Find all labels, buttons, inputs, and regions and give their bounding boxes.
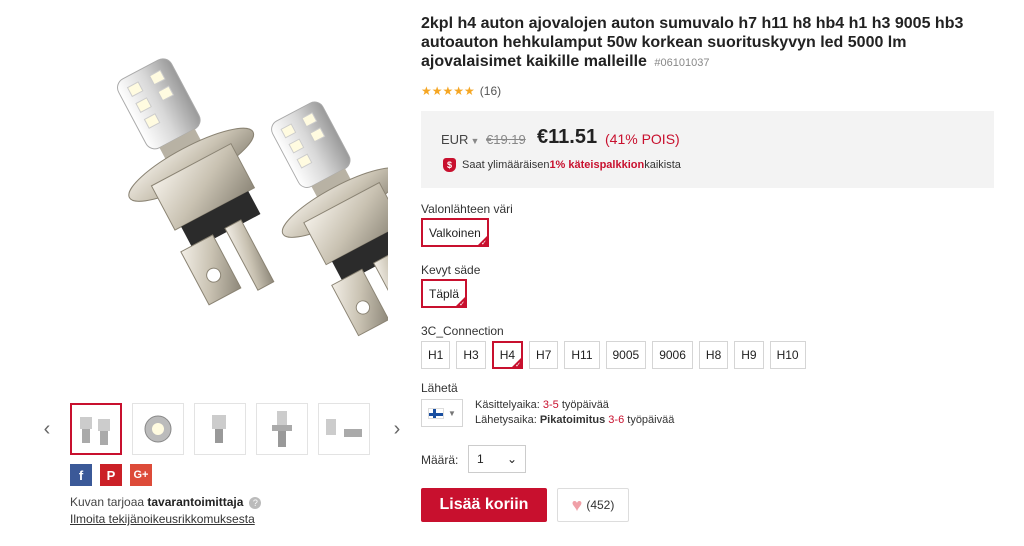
color-options: Valkoinen ✓ (421, 218, 489, 247)
delivery-range: 3-6 (608, 414, 625, 426)
connection-option-text: 9005 (612, 348, 640, 362)
main-product-image[interactable] (28, 40, 421, 360)
connection-option-h3[interactable]: H3 (456, 341, 486, 369)
provided-by: tavarantoimittaja (147, 495, 244, 509)
delivery-time: Lähetysaika: Pikatoimitus 3-6 työpäivää (475, 413, 674, 428)
connection-option-h1[interactable]: H1 (421, 341, 451, 369)
color-option-text: Valkoinen (429, 225, 481, 240)
price-box: EUR ▼ €19.19 €11.51 (41% POIS) $ Saat yli… (421, 111, 994, 188)
caret-down-icon: ▼ (470, 136, 480, 146)
thumbnail-5[interactable] (318, 403, 370, 455)
share-buttons: f P G+ (70, 464, 152, 486)
thumbnail-bulbs-pair-icon (80, 417, 110, 445)
connection-option-h8[interactable]: H8 (698, 341, 729, 369)
color-option-label: Valonlähteen väri (421, 202, 513, 216)
connection-option-text: H4 (499, 348, 516, 362)
processing-suffix: työpäivää (558, 399, 609, 411)
facebook-icon[interactable]: f (70, 464, 92, 486)
connection-option-text: H9 (741, 348, 757, 362)
finland-flag-icon (428, 407, 445, 419)
h4-led-bulbs-image (117, 58, 421, 337)
processing-prefix: Käsittelyaika: (475, 399, 543, 411)
connection-option-text: H7 (536, 348, 552, 362)
check-icon: ✓ (480, 240, 487, 247)
current-price: €11.51 (537, 126, 598, 148)
help-icon[interactable]: ? (249, 496, 262, 509)
thumbnail-carousel: ‹ › (40, 403, 404, 455)
currency-code: EUR (441, 132, 469, 147)
old-price: €19.19 (486, 132, 526, 147)
product-rating[interactable]: ★★★★★ (16) (421, 84, 501, 98)
wishlist-button[interactable]: ♥ (452) (557, 488, 629, 522)
thumbnail-3[interactable] (194, 403, 246, 455)
check-icon: ✓ (515, 362, 522, 369)
thumbnail-bulbs-angle-icon (326, 419, 362, 437)
connection-option-text: H11 (571, 348, 593, 362)
connection-option-h10[interactable]: H10 (769, 341, 806, 369)
product-sku: #06101037 (654, 57, 710, 69)
connection-option-text: H8 (705, 348, 722, 362)
connection-option-h11[interactable]: H11 (564, 341, 600, 369)
caret-down-icon: ▼ (448, 408, 456, 418)
connection-option-h4[interactable]: H4 ✓ (491, 341, 524, 369)
connection-option-text: H1 (428, 348, 444, 362)
heart-icon: ♥ (571, 494, 583, 515)
connection-option-label: 3C_Connection (421, 324, 504, 338)
report-copyright-link[interactable]: Ilmoita tekijänoikeusrikkomuksesta (70, 512, 255, 526)
color-option-valkoinen[interactable]: Valkoinen ✓ (421, 218, 489, 247)
connection-option-h7[interactable]: H7 (529, 341, 559, 369)
wishlist-count: (452) (586, 498, 615, 512)
cashback-note: $ Saat ylimääräisen 1% käteispalkkion ka… (443, 158, 681, 172)
chevron-down-icon: ⌄ (506, 452, 517, 466)
cashback-highlight: 1% käteispalkkion (549, 159, 645, 171)
quantity-value: 1 (477, 452, 484, 466)
processing-range: 3-5 (542, 399, 559, 411)
rating-count: (16) (479, 84, 502, 98)
thumbnail-bulb-side-icon (212, 415, 226, 443)
connection-option-text: H10 (776, 348, 799, 362)
chevron-right-icon[interactable]: › (390, 403, 404, 455)
connection-option-h9[interactable]: H9 (734, 341, 764, 369)
beam-options: Täplä ✓ (421, 279, 468, 308)
connection-option-9006[interactable]: 9006 (652, 341, 693, 369)
add-to-cart-button[interactable]: Lisää koriin (421, 488, 547, 522)
connection-option-9005[interactable]: 9005 (605, 341, 647, 369)
quantity-label: Määrä: (421, 453, 459, 467)
googleplus-icon[interactable]: G+ (130, 464, 152, 486)
star-rating-icon: ★★★★★ (421, 84, 475, 98)
thumbnail-2[interactable] (132, 403, 184, 455)
pinterest-icon[interactable]: P (100, 464, 122, 486)
delivery-suffix: työpäivää (624, 414, 675, 426)
provided-prefix: Kuvan tarjoaa (70, 495, 148, 509)
delivery-method: Pikatoimitus (539, 414, 606, 426)
chevron-left-icon[interactable]: ‹ (40, 403, 54, 455)
cashback-suffix: kaikista (644, 159, 681, 171)
money-bag-icon: $ (443, 158, 456, 172)
beam-option-text: Täplä (429, 286, 460, 301)
quantity-select[interactable]: 1 ⌄ (468, 445, 526, 473)
thumbnail-bulb-upright-icon (272, 411, 292, 447)
delivery-prefix: Lähetysaika: (475, 414, 540, 426)
check-icon: ✓ (459, 301, 466, 308)
thumbnail-bulb-front-icon (144, 415, 172, 443)
cashback-prefix: Saat ylimääräisen (462, 159, 550, 171)
beam-option-label: Kevyt säde (421, 263, 481, 277)
connection-option-text: H3 (463, 348, 479, 362)
shipping-info: Käsittelyaika: 3-5 työpäivää Lähetysaika… (475, 398, 674, 428)
thumbnail-1[interactable] (70, 403, 122, 455)
image-provider-note: Kuvan tarjoaa tavarantoimittaja? (70, 495, 262, 509)
beam-option-tapla[interactable]: Täplä ✓ (421, 279, 468, 308)
shipping-label: Lähetä (421, 381, 458, 395)
currency-selector[interactable]: EUR ▼ (441, 132, 479, 147)
product-title: 2kpl h4 auton ajovalojen auton sumuvalo … (421, 14, 1011, 73)
processing-time: Käsittelyaika: 3-5 työpäivää (475, 398, 674, 413)
thumbnail-4[interactable] (256, 403, 308, 455)
discount-label: (41% POIS) (605, 131, 680, 147)
connection-option-text: 9006 (659, 348, 686, 362)
ship-to-country-selector[interactable]: ▼ (421, 399, 463, 427)
product-page: ‹ › f P G+ Kuvan tarjoaa tavarantoimitta… (0, 0, 1024, 546)
connection-options: H1 H3 H4 ✓ H7 H11 9005 9006 H8 H9 H10 (421, 341, 806, 369)
